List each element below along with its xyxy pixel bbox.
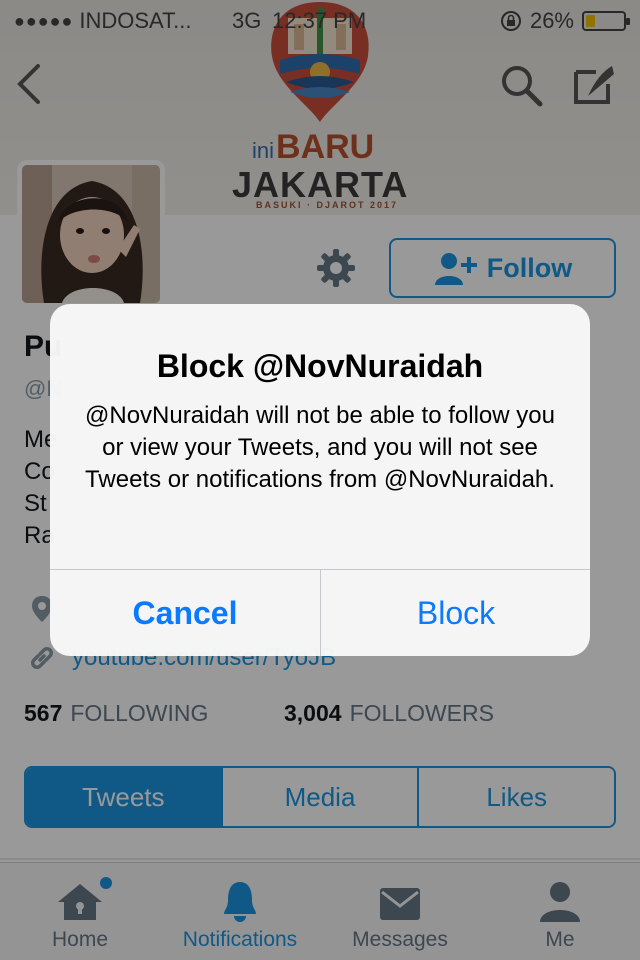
alert-message: @NovNuraidah will not be able to follow … [85,402,555,493]
block-alert-dialog: Block @NovNuraidah @NovNuraidah will not… [50,304,590,656]
alert-title: Block @NovNuraidah [156,348,484,384]
cancel-button[interactable]: Cancel [50,570,320,656]
block-button[interactable]: Block [321,570,590,656]
